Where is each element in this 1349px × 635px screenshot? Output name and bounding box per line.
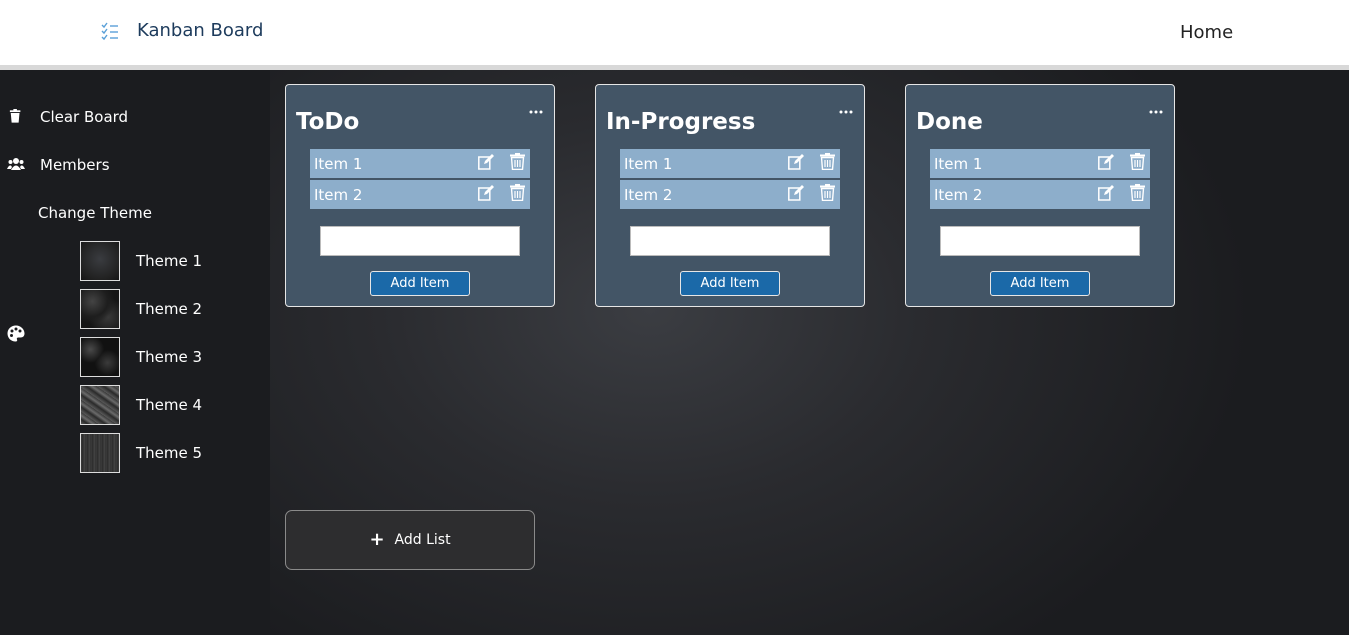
theme-2-label: Theme 2 [136,300,203,318]
list-item[interactable]: Item 1 [620,149,840,178]
trash-icon[interactable] [510,184,525,201]
list-item[interactable]: Item 2 [620,180,840,209]
list-item[interactable]: Item 1 [310,149,530,178]
list-todo: ToDo Item 1 Item 2 Add Item [285,84,555,307]
list-title: Done [916,109,983,135]
list-item[interactable]: Item 1 [930,149,1150,178]
edit-icon[interactable] [1098,154,1115,170]
brand[interactable]: Kanban Board [100,20,263,41]
change-theme-label: Change Theme [38,204,152,222]
list-title: ToDo [296,109,360,135]
list-done: Done Item 1 Item 2 Add Item [905,84,1175,307]
navbar: Kanban Board Home [0,0,1349,65]
add-item-button[interactable]: Add Item [990,271,1090,296]
users-icon [7,158,25,170]
add-list-label: Add List [394,532,451,548]
checklist-icon [101,22,118,40]
theme-option-1[interactable]: Theme 1 [80,241,202,281]
members-label: Members [40,156,110,174]
theme-5-label: Theme 5 [136,444,203,462]
theme-option-3[interactable]: Theme 3 [80,337,202,377]
theme-1-thumbnail [80,241,120,281]
edit-icon[interactable] [478,185,495,201]
theme-option-2[interactable]: Theme 2 [80,289,202,329]
trash-icon [9,109,21,123]
theme-3-thumbnail [80,337,120,377]
trash-icon[interactable] [510,153,525,170]
trash-icon[interactable] [820,184,835,201]
item-label: Item 1 [934,155,983,173]
list-in-progress: In-Progress Item 1 Item 2 Add Item [595,84,865,307]
trash-icon[interactable] [1130,184,1145,201]
edit-icon[interactable] [478,154,495,170]
theme-option-4[interactable]: Theme 4 [80,385,202,425]
trash-icon[interactable] [1130,153,1145,170]
theme-1-label: Theme 1 [136,252,203,270]
theme-4-thumbnail [80,385,120,425]
item-label: Item 1 [314,155,363,173]
palette-icon [7,325,25,342]
theme-2-thumbnail [80,289,120,329]
item-label: Item 1 [624,155,673,173]
list-title: In-Progress [606,109,756,135]
add-item-button[interactable]: Add Item [370,271,470,296]
add-list-button[interactable]: + Add List [285,510,535,570]
new-item-input[interactable] [320,226,520,256]
list-item[interactable]: Item 2 [930,180,1150,209]
clear-board-label: Clear Board [40,108,129,126]
clear-board-button[interactable]: Clear Board [9,108,128,126]
nav-home-link[interactable]: Home [1180,22,1233,43]
brand-title: Kanban Board [137,20,264,41]
edit-icon[interactable] [788,185,805,201]
item-label: Item 2 [624,186,673,204]
list-item[interactable]: Item 2 [310,180,530,209]
add-item-button[interactable]: Add Item [680,271,780,296]
plus-icon: + [369,529,385,550]
theme-5-thumbnail [80,433,120,473]
edit-icon[interactable] [788,154,805,170]
theme-4-label: Theme 4 [136,396,203,414]
edit-icon[interactable] [1098,185,1115,201]
members-button[interactable]: Members [7,156,110,174]
theme-3-label: Theme 3 [136,348,203,366]
more-icon[interactable] [528,109,544,115]
item-label: Item 2 [934,186,983,204]
new-item-input[interactable] [940,226,1140,256]
item-label: Item 2 [314,186,363,204]
new-item-input[interactable] [630,226,830,256]
theme-option-5[interactable]: Theme 5 [80,433,202,473]
trash-icon[interactable] [820,153,835,170]
more-icon[interactable] [838,109,854,115]
more-icon[interactable] [1148,109,1164,115]
